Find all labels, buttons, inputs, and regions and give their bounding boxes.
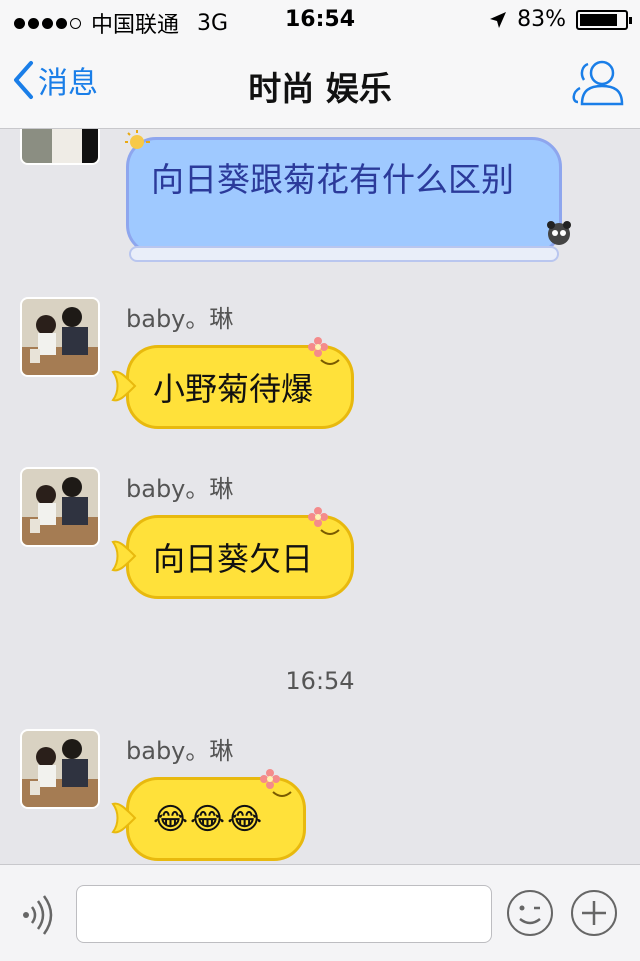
message-text: 小野菊待爆 (153, 370, 314, 408)
avatar[interactable] (22, 299, 98, 375)
battery-percent: 83% (517, 7, 566, 32)
sender-name: baby。琳 (126, 737, 234, 765)
fish-tail-icon (111, 370, 137, 402)
group-members-button[interactable] (568, 58, 626, 110)
bubble-decoration (129, 246, 559, 262)
message-text: 😂😂😂 (153, 801, 265, 837)
sender-name: baby。琳 (126, 475, 234, 503)
message-timestamp: 16:54 (285, 667, 355, 695)
outgoing-message-bubble[interactable]: 向日葵跟菊花有什么区别 (125, 130, 571, 262)
flower-icon (260, 769, 280, 789)
incoming-message-bubble[interactable]: 😂😂😂 (111, 769, 306, 861)
status-right: 83% (489, 7, 632, 32)
sender-name: baby。琳 (126, 305, 234, 333)
status-bar: 中国联通 3G 16:54 83% (0, 0, 640, 40)
nav-bar: 消息 时尚 娱乐 (0, 40, 640, 129)
location-arrow-icon (490, 11, 507, 28)
incoming-message-bubble[interactable]: 向日葵欠日 (111, 507, 354, 599)
chat-area[interactable]: 向日葵跟菊花有什么区别 baby。琳 小野菊待爆 baby。琳 向日葵欠日 16… (0, 129, 640, 864)
panda-sticker-icon (547, 221, 571, 245)
flower-icon (308, 337, 328, 357)
plus-icon (571, 890, 617, 936)
message-text: 向日葵欠日 (153, 540, 314, 578)
emoji-button[interactable] (506, 889, 554, 941)
avatar[interactable] (22, 469, 98, 545)
emoji-icon (507, 890, 553, 936)
avatar[interactable] (22, 129, 98, 163)
eye-icon (320, 359, 340, 365)
fish-tail-icon (111, 802, 137, 834)
fish-tail-icon (111, 540, 137, 572)
voice-icon (23, 895, 53, 935)
input-bar (0, 864, 640, 961)
incoming-message-bubble[interactable]: 小野菊待爆 (111, 337, 354, 429)
eye-icon (272, 791, 292, 797)
chat-title: 时尚 娱乐 (248, 69, 392, 108)
more-button[interactable] (570, 889, 618, 941)
message-input[interactable] (76, 885, 492, 943)
voice-button[interactable] (18, 895, 58, 939)
eye-icon (320, 529, 340, 535)
flower-icon (308, 507, 328, 527)
people-icon (572, 60, 624, 106)
sun-sticker-icon (125, 130, 150, 149)
message-text: 向日葵跟菊花有什么区别 (151, 160, 514, 199)
battery-icon (576, 9, 632, 30)
avatar[interactable] (22, 731, 98, 807)
